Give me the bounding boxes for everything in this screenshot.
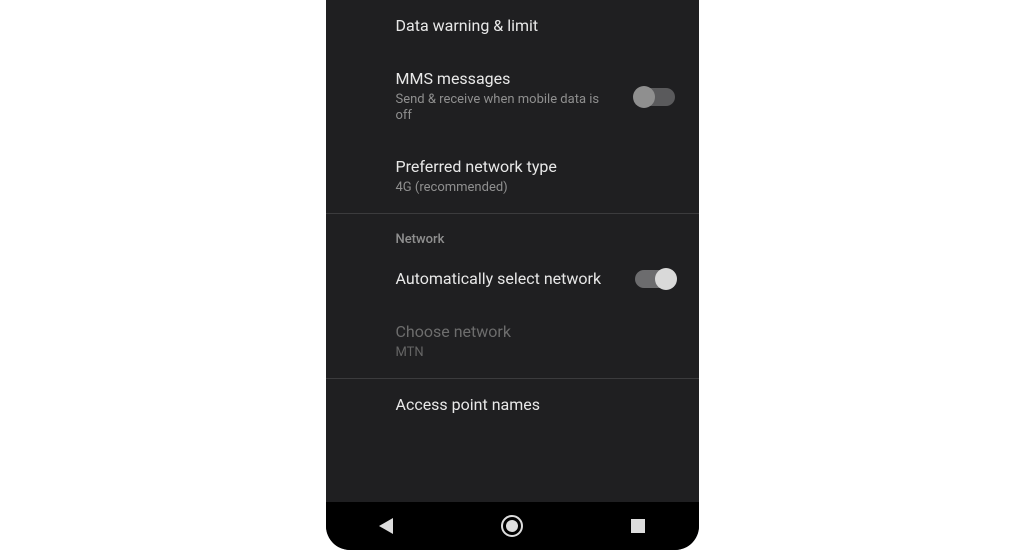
item-title: MMS messages: [396, 69, 617, 90]
item-preferred-network-type[interactable]: Preferred network type 4G (recommended): [326, 141, 699, 213]
item-title: Choose network: [396, 322, 681, 343]
recents-icon[interactable]: [631, 519, 645, 533]
item-mms-messages[interactable]: MMS messages Send & receive when mobile …: [326, 53, 699, 142]
item-subtitle: 4G (recommended): [396, 180, 681, 197]
item-data-warning-limit[interactable]: Data warning & limit: [326, 0, 699, 53]
item-title: Data warning & limit: [396, 16, 681, 37]
item-access-point-names[interactable]: Access point names: [326, 379, 699, 432]
toggle-mms[interactable]: [635, 88, 675, 106]
item-subtitle: MTN: [396, 345, 681, 362]
settings-list: Data warning & limit MMS messages Send &…: [326, 0, 699, 502]
toggle-auto-select-network[interactable]: [635, 270, 675, 288]
item-subtitle: Send & receive when mobile data is off: [396, 92, 617, 126]
section-header-network: Network: [326, 214, 699, 253]
item-choose-network: Choose network MTN: [326, 306, 699, 378]
home-icon[interactable]: [501, 515, 523, 537]
item-title: Access point names: [396, 395, 681, 416]
back-icon[interactable]: [379, 518, 393, 534]
phone-frame: Data warning & limit MMS messages Send &…: [326, 0, 699, 550]
item-title: Preferred network type: [396, 157, 681, 178]
android-nav-bar: [326, 502, 699, 550]
toggle-knob: [655, 268, 677, 290]
item-auto-select-network[interactable]: Automatically select network: [326, 253, 699, 306]
toggle-knob: [633, 86, 655, 108]
item-title: Automatically select network: [396, 269, 617, 290]
